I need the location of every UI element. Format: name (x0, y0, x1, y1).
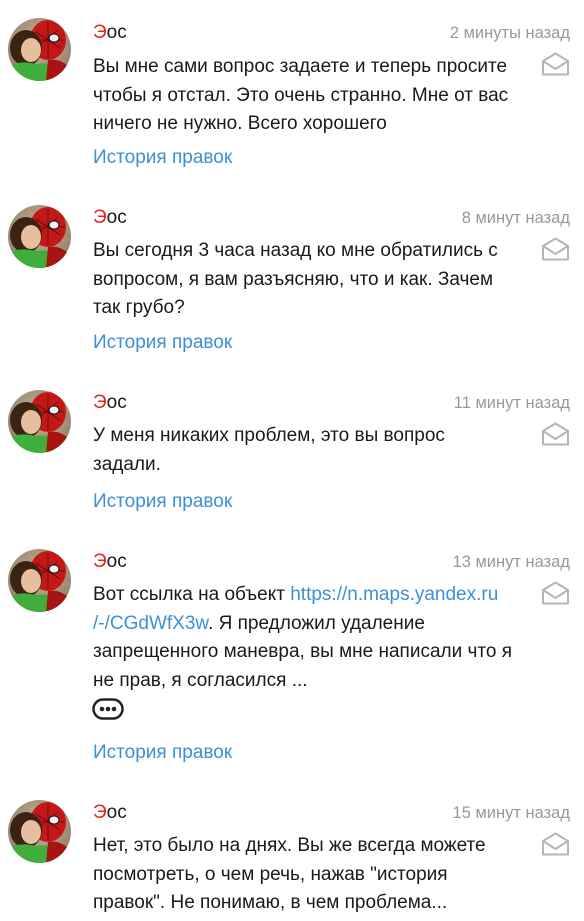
comment-line: чтобы я отстал. Это очень странно. Мне о… (93, 84, 509, 106)
edit-history-link[interactable]: История правок (93, 741, 232, 765)
author-name[interactable]: Эос (93, 207, 127, 229)
comment-line: правок". Не понимаю, в чем проблема... (93, 892, 448, 913)
avatar[interactable] (8, 390, 71, 453)
comment-line: Нет, это было на днях. Вы же всегда може… (93, 835, 486, 856)
comment-text-fragment: Вот ссылка на объект (93, 584, 291, 605)
comment-line: У меня никаких проблем, это вы вопрос (93, 425, 445, 446)
comment-timestamp: 13 минут назад (452, 553, 570, 571)
comment-text-fragment: . Я предложил удаление (208, 612, 425, 634)
avatar[interactable] (8, 18, 71, 81)
author-name[interactable]: Эос (93, 392, 127, 414)
author-rest: ос (106, 22, 127, 43)
comment-line: /-/CGdWfX3w. Я предложил удаление (93, 610, 533, 639)
envelope-reply-icon[interactable] (541, 581, 570, 605)
comment-timestamp: 8 минут назад (461, 209, 570, 227)
comment-line: ничего не нужно. Всего хорошего (93, 113, 387, 134)
comment-line: так грубо? (93, 297, 185, 318)
envelope-reply-icon[interactable] (541, 832, 570, 856)
edit-history-link[interactable]: История правок (93, 490, 232, 514)
author-initial: Э (93, 551, 107, 572)
envelope-reply-icon[interactable] (541, 422, 570, 446)
comment-text: У меня никаких проблем, это вы вопрос за… (93, 422, 533, 479)
comment-line: вопросом, я вам разъясняю, что и как. За… (93, 268, 494, 290)
author-name[interactable]: Эос (93, 22, 127, 44)
comment-timestamp: 15 минут назад (452, 804, 570, 822)
comment-text: Вы мне сами вопрос задаете и теперь прос… (93, 53, 533, 139)
comment-line: Вот ссылка на объект https://n.maps.yand… (93, 581, 533, 610)
envelope-reply-icon[interactable] (541, 237, 570, 261)
comment-line: Вы мне сами вопрос задаете и теперь прос… (93, 56, 508, 77)
comment-timestamp: 2 минуты назад (449, 24, 570, 42)
author-rest: ос (106, 802, 127, 823)
author-initial: Э (93, 207, 107, 228)
edit-history-link[interactable]: История правок (93, 331, 232, 355)
avatar[interactable] (8, 800, 71, 863)
author-name[interactable]: Эос (93, 802, 127, 824)
comment-line: запрещенного маневра, вы мне написали чт… (93, 641, 513, 662)
comment-line: Вы сегодня 3 часа назад ко мне обратилис… (93, 240, 498, 261)
author-name[interactable]: Эос (93, 551, 127, 573)
author-rest: ос (106, 207, 127, 228)
avatar[interactable] (8, 549, 71, 612)
comment-line: посмотреть, о чем речь, нажав "история (93, 863, 448, 885)
envelope-reply-icon[interactable] (541, 52, 570, 76)
comment-text: Вот ссылка на объект https://n.maps.yand… (93, 581, 533, 695)
object-link[interactable]: https://n.maps.yandex.ru (290, 584, 498, 605)
comment-line: не прав, я согласился ... (93, 669, 308, 691)
comment-text: Нет, это было на днях. Вы же всегда може… (93, 832, 533, 918)
author-rest: ос (106, 551, 127, 572)
comment-text: Вы сегодня 3 часа назад ко мне обратилис… (93, 237, 533, 323)
edit-history-link[interactable]: История правок (93, 146, 232, 170)
object-link-continuation[interactable]: /-/CGdWfX3w (93, 613, 208, 634)
avatar[interactable] (8, 205, 71, 268)
author-rest: ос (106, 392, 127, 413)
author-initial: Э (93, 22, 107, 43)
author-initial: Э (93, 392, 107, 413)
author-initial: Э (93, 802, 107, 823)
comment-timestamp: 11 минут назад (453, 394, 570, 412)
ellipsis-icon[interactable] (92, 698, 124, 720)
comment-line: задали. (93, 453, 161, 475)
